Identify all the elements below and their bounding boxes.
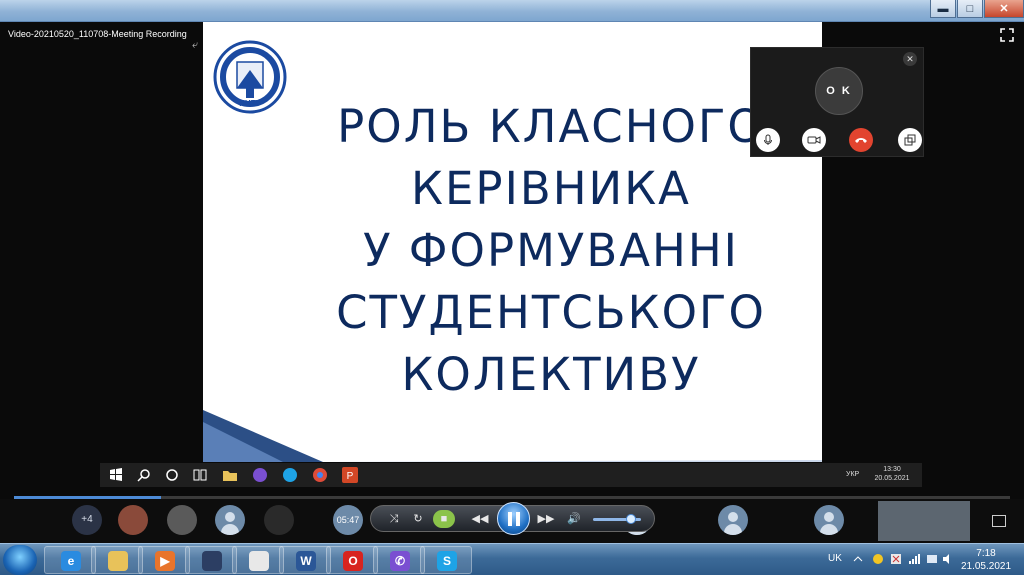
search-icon (137, 469, 150, 482)
more-participants-badge[interactable]: +4 (72, 505, 102, 535)
language-indicator[interactable]: UK (828, 553, 842, 564)
windows-start-icon (110, 468, 122, 481)
participant-photo[interactable] (118, 505, 148, 535)
close-button[interactable]: ✕ (984, 0, 1024, 18)
taskbar: e ▶ W O ✆ S UK 7:18 21.05.2021 (0, 543, 1024, 575)
hangup-button[interactable] (849, 128, 873, 152)
participant-video[interactable] (878, 501, 970, 541)
media-player-icon: ▶ (155, 551, 175, 571)
play-pause-button[interactable] (497, 502, 530, 535)
participant-avatar[interactable] (718, 505, 748, 535)
chrome-icon (249, 551, 269, 571)
taskbar-app-media-player[interactable]: ▶ (138, 546, 190, 574)
slide-title-line: КОЛЕКТИВУ (401, 348, 701, 401)
settings-icon[interactable] (872, 553, 884, 565)
skype-icon (283, 468, 297, 482)
participant-photo[interactable] (167, 505, 197, 535)
network-status-icon[interactable] (926, 553, 938, 565)
file-explorer-icon (108, 551, 128, 571)
camera-icon (807, 136, 821, 144)
microphone-button[interactable] (756, 128, 780, 152)
slide-title-line: У ФОРМУВАННІ (363, 224, 739, 277)
participant-time-badge: 05:47 (333, 505, 363, 535)
participant-avatar[interactable] (814, 505, 844, 535)
slide-corner-decoration (203, 410, 822, 462)
video-player[interactable]: Video-20210520_110708-Meeting Recording … (0, 22, 1024, 543)
word-icon: W (296, 551, 316, 571)
slide-title-line: СТУДЕНТСЬКОГО (336, 286, 766, 339)
chrome-icon (313, 468, 327, 482)
system-tray: UK 7:18 21.05.2021 (820, 544, 1024, 575)
recorded-taskbar: P УКР 13:30 20.05.2021 (100, 463, 922, 487)
viber-icon (253, 468, 267, 482)
recorded-clock: 13:30 20.05.2021 (870, 465, 914, 483)
video-title: Video-20210520_110708-Meeting Recording (8, 29, 187, 39)
window-titlebar: ▬ □ ✕ (0, 0, 1024, 22)
popout-button[interactable] (898, 128, 922, 152)
shuffle-icon[interactable]: ⤨ (385, 510, 403, 528)
recorded-language: УКР (846, 471, 860, 478)
opera-icon: O (343, 551, 363, 571)
previous-icon[interactable]: ◀◀ (471, 510, 489, 528)
popout-icon (904, 134, 916, 146)
slide-title-line: РОЛЬ КЛАСНОГО (337, 100, 765, 153)
presentation-slide: ХНТУ РОЛЬ КЛАСНОГО КЕРІВНИКА У ФОРМУВАНН… (203, 22, 822, 462)
taskbar-app-chrome[interactable] (232, 546, 284, 574)
next-icon[interactable]: ▶▶ (537, 510, 555, 528)
repeat-icon[interactable]: ↻ (409, 510, 427, 528)
start-button[interactable] (3, 545, 37, 575)
switch-view-icon[interactable] (992, 515, 1006, 527)
viber-icon: ✆ (390, 551, 410, 571)
slide-title: РОЛЬ КЛАСНОГО КЕРІВНИКА У ФОРМУВАННІ СТУ… (251, 96, 822, 406)
avatar: O K (815, 67, 863, 115)
taskbar-app-word[interactable]: W (279, 546, 331, 574)
back-arrow-icon[interactable]: ⤶ (192, 39, 198, 52)
task-view-icon (193, 469, 207, 481)
volume-icon[interactable]: 🔊 (565, 510, 583, 528)
action-center-icon[interactable] (890, 553, 902, 565)
recorded-time: 13:30 (883, 466, 901, 473)
taskbar-app-file-explorer[interactable] (91, 546, 143, 574)
hangup-icon (855, 138, 867, 143)
volume-thumb[interactable] (626, 514, 637, 524)
stop-icon[interactable]: ■ (433, 510, 455, 528)
player-controls: ⤨ ↻ ■ ◀◀ ▶▶ 🔊 (370, 502, 655, 535)
clock-time: 7:18 (976, 548, 996, 559)
desktop-screen: ▬ □ ✕ Video-20210520_110708-Meeting Reco… (0, 0, 1024, 575)
network-icon[interactable] (908, 553, 920, 565)
internet-explorer-icon: e (61, 551, 81, 571)
camera-button[interactable] (802, 128, 826, 152)
participant-avatar[interactable] (215, 505, 245, 535)
volume-slider[interactable] (593, 514, 641, 524)
show-hidden-icons-icon[interactable] (852, 553, 864, 565)
fullscreen-icon[interactable] (1000, 28, 1014, 42)
self-view-panel: ✕ O K (750, 47, 924, 157)
taskbar-app-opera[interactable]: O (326, 546, 378, 574)
clock[interactable]: 7:18 21.05.2021 (958, 547, 1014, 573)
svg-text:P: P (347, 471, 354, 482)
maximize-button[interactable]: □ (957, 0, 983, 18)
skype-icon: S (437, 551, 457, 571)
recorded-date: 20.05.2021 (874, 475, 910, 482)
taskbar-app-viber[interactable]: ✆ (373, 546, 425, 574)
powerpoint-icon: P (342, 467, 358, 483)
cortana-icon (166, 469, 178, 481)
save-disk-icon (202, 551, 222, 571)
folder-icon (223, 471, 237, 481)
minimize-button[interactable]: ▬ (930, 0, 956, 18)
slide-title-line: КЕРІВНИКА (411, 162, 691, 215)
taskbar-app-skype[interactable]: S (420, 546, 472, 574)
microphone-icon (764, 134, 772, 145)
participant-photo[interactable] (264, 505, 294, 535)
taskbar-app-internet-explorer[interactable]: e (44, 546, 96, 574)
clock-date: 21.05.2021 (960, 561, 1012, 572)
close-icon[interactable]: ✕ (903, 52, 917, 66)
volume-icon[interactable] (942, 553, 954, 565)
taskbar-app-save-disk[interactable] (185, 546, 237, 574)
